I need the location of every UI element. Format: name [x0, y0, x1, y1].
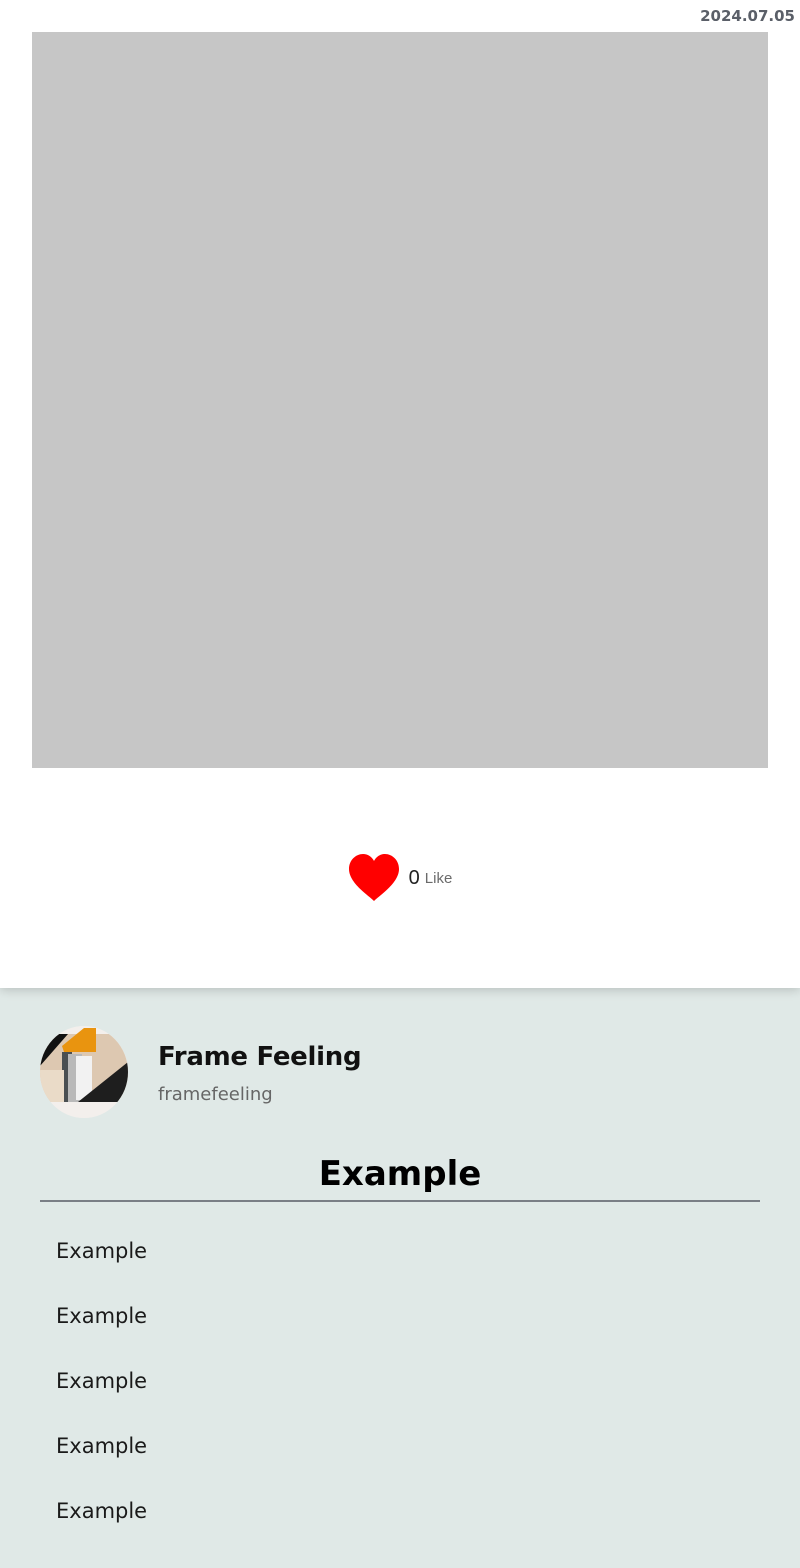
list-item[interactable]: Example: [56, 1219, 147, 1284]
like-row: 0 Like: [0, 854, 800, 902]
section-title: Example: [318, 1154, 482, 1194]
like-label: Like: [424, 869, 453, 887]
post-card: 2024.07.05 0 Like: [0, 0, 800, 988]
profile-name[interactable]: Frame Feeling: [158, 1042, 362, 1072]
example-list: Example Example Example Example Example: [56, 1219, 147, 1544]
list-item[interactable]: Example: [56, 1284, 147, 1349]
list-item[interactable]: Example: [56, 1349, 147, 1414]
profile[interactable]: Frame Feeling framefeeling: [40, 1026, 760, 1118]
avatar[interactable]: [40, 1026, 128, 1118]
like-count: 0: [408, 866, 420, 889]
section-divider: [40, 1200, 760, 1202]
list-item[interactable]: Example: [56, 1414, 147, 1479]
heart-icon[interactable]: [348, 854, 400, 902]
post-image[interactable]: [32, 32, 768, 768]
profile-handle[interactable]: framefeeling: [158, 1084, 273, 1105]
post-date: 2024.07.05: [700, 7, 795, 25]
list-item[interactable]: Example: [56, 1479, 147, 1544]
frame-feeling-logo-icon: [40, 1026, 128, 1118]
